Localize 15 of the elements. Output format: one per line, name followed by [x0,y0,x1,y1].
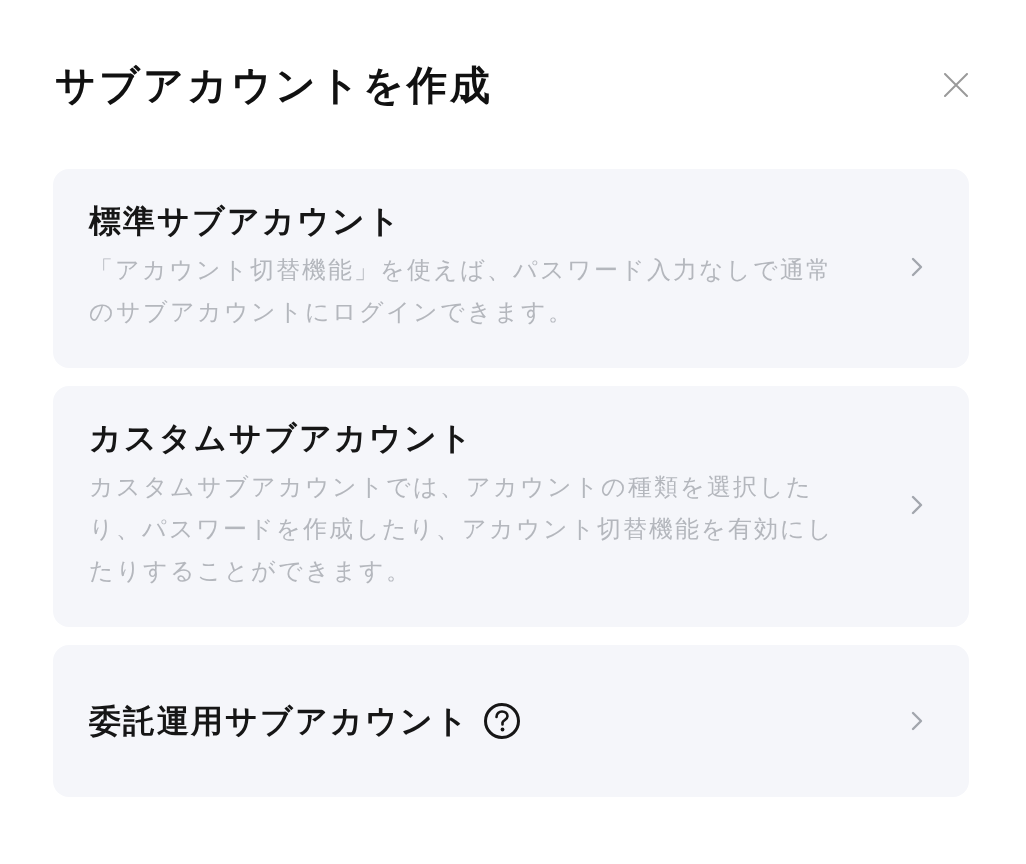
option-card[interactable]: カスタムサブアカウント カスタムサブアカウントでは、アカウントの種類を選択したり、パスワードを作成したり、アカウント切替機能を有効にしたりすることができます。 [53,386,969,627]
option-title: 標準サブアカウント [89,202,402,241]
option-title: カスタムサブアカウント [89,419,474,458]
chevron-right-icon [911,711,923,731]
chevron-right-icon [911,495,923,515]
help-icon[interactable] [484,703,520,739]
option-description: カスタムサブアカウントでは、アカウントの種類を選択したり、パスワードを作成したり、アカウント切替機能を有効にしたりすることができます。 [89,472,835,586]
close-icon [944,73,968,97]
option-title: 委託運用サブアカウント [89,702,470,741]
chevron-right-icon [911,257,923,277]
dialog-title: サブアカウントを作成 [54,62,493,109]
option-card[interactable]: 標準サブアカウント 「アカウント切替機能」を使えば、パスワード入力なしで通常のサブアカウントにログインできます。 [53,169,969,368]
option-card[interactable]: 委託運用サブアカウント [53,645,969,797]
option-description: 「アカウント切替機能」を使えば、パスワード入力なしで通常のサブアカウントにログインできます。 [89,255,833,327]
close-button[interactable] [943,72,969,98]
